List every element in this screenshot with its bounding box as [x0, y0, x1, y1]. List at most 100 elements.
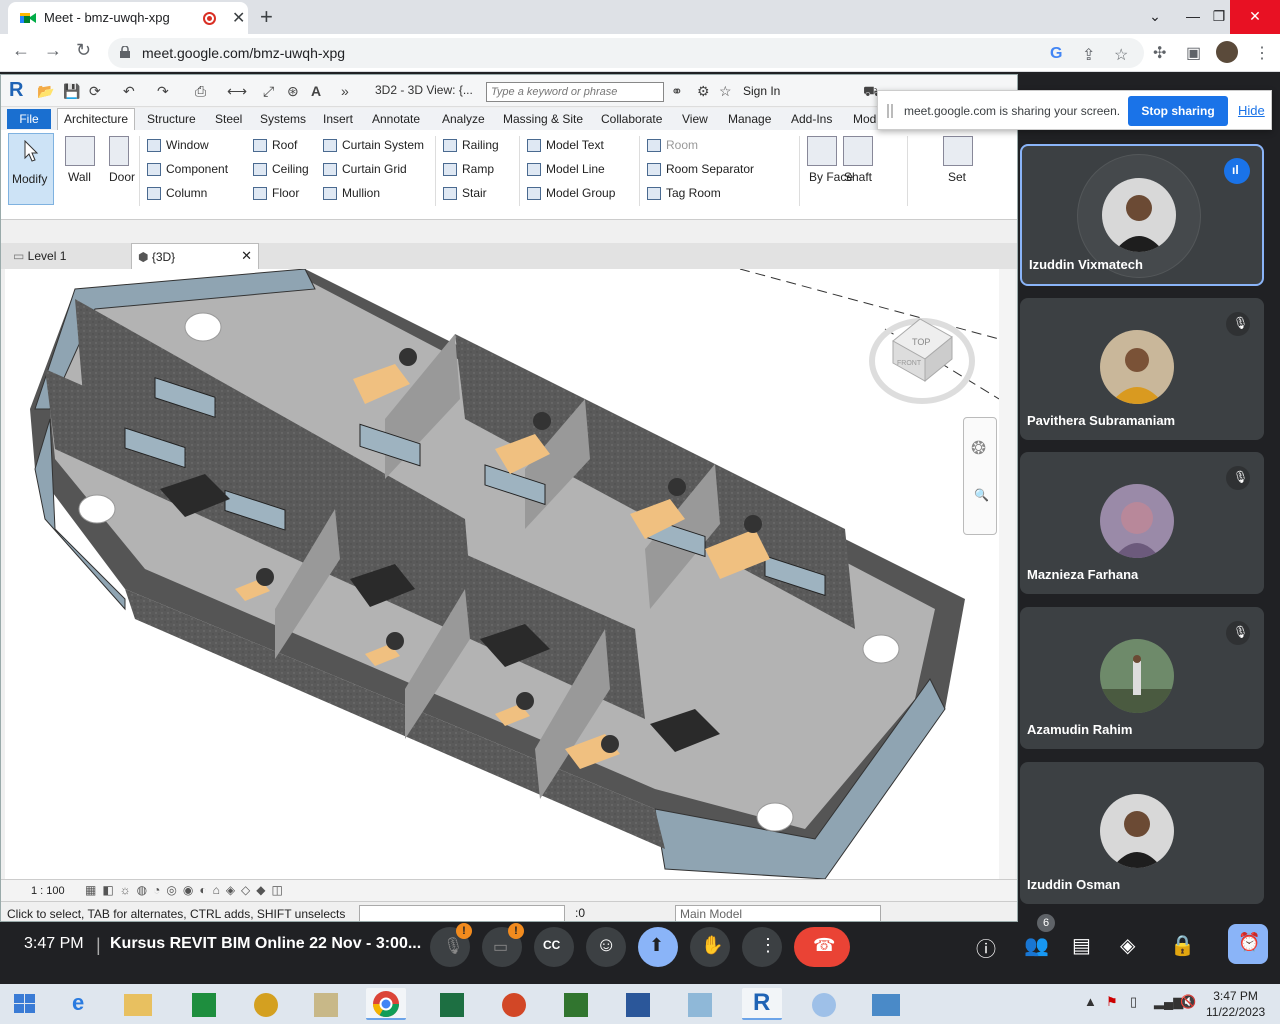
side-panel-icon[interactable]: ▣	[1186, 43, 1201, 63]
viewcube-top-label[interactable]: TOP	[912, 337, 930, 347]
people-icon[interactable]: 👥	[1024, 933, 1049, 958]
participant-tile[interactable]: 🎙 Pavithera Subramaniam	[1020, 298, 1264, 440]
ribbon-tab-view[interactable]: View	[682, 112, 708, 126]
activities-icon[interactable]: ◈	[1120, 933, 1135, 958]
new-tab-button[interactable]: +	[260, 4, 273, 30]
view-tab-3d[interactable]: ⬢ {3D} ✕	[131, 243, 259, 269]
raise-hand-button[interactable]: ✋	[690, 927, 730, 967]
vertical-scrollbar[interactable]	[999, 269, 1015, 879]
timer-button[interactable]: ⏰	[1228, 924, 1268, 964]
steering-wheel-icon[interactable]: ❂	[971, 438, 986, 459]
excel-icon[interactable]	[432, 988, 472, 1020]
google-translate-icon[interactable]: G	[1050, 45, 1062, 63]
emoji-reactions-button[interactable]: ☺	[586, 927, 626, 967]
stair-button[interactable]: Stair	[443, 186, 487, 200]
text-icon[interactable]: A	[311, 83, 321, 99]
dimension-icon[interactable]: ⤢	[263, 83, 274, 100]
component-button[interactable]: Component	[147, 162, 228, 176]
view-control-icons[interactable]: ▦◧☼◍◔◎◉◐⌂◈◇◆◫	[85, 883, 289, 897]
sign-in-button[interactable]: Sign In	[743, 84, 780, 98]
ribbon-tab-modify[interactable]: Mod	[853, 112, 876, 126]
ribbon-tab-insert[interactable]: Insert	[323, 112, 353, 126]
ceiling-button[interactable]: Ceiling	[253, 162, 309, 176]
ramp-button[interactable]: Ramp	[443, 162, 494, 176]
browser-tab-meet[interactable]: Meet - bmz-uwqh-xpg ✕	[8, 2, 248, 34]
security-flag-icon[interactable]: ⚑	[1106, 994, 1118, 1010]
meeting-details-icon[interactable]: ⓘ	[976, 933, 996, 962]
blue-app-icon[interactable]	[680, 988, 720, 1020]
door-button[interactable]: Door	[109, 170, 135, 184]
captions-button[interactable]: CC	[534, 927, 574, 967]
ribbon-tab-file[interactable]: File	[7, 109, 51, 129]
close-window-button[interactable]: ✕	[1230, 0, 1280, 34]
internet-explorer-icon[interactable]: e	[62, 988, 102, 1020]
model-text-button[interactable]: Model Text	[527, 138, 604, 152]
floor-button[interactable]: Floor	[253, 186, 299, 200]
file-explorer-icon[interactable]	[118, 988, 158, 1020]
shaft-button[interactable]: Shaft	[844, 170, 872, 184]
leave-call-button[interactable]: ☎	[794, 927, 850, 967]
ribbon-tab-structure[interactable]: Structure	[147, 112, 196, 126]
open-icon[interactable]: 📂	[37, 83, 54, 100]
host-controls-icon[interactable]: 🔒	[1170, 933, 1195, 958]
ribbon-tab-steel[interactable]: Steel	[215, 112, 242, 126]
column-button[interactable]: Column	[147, 186, 207, 200]
network-icon[interactable]: ▂▄▆	[1154, 994, 1183, 1010]
wall-button[interactable]: Wall	[68, 170, 91, 184]
redo-icon[interactable]: ↷	[157, 83, 169, 100]
ribbon-tab-addins[interactable]: Add-Ins	[791, 112, 832, 126]
curtain-grid-button[interactable]: Curtain Grid	[323, 162, 407, 176]
participant-tile[interactable]: 🎙 Azamudin Rahim	[1020, 607, 1264, 749]
print-icon[interactable]: ⎙	[195, 83, 206, 100]
window-button[interactable]: Window	[147, 138, 209, 152]
ribbon-tab-annotate[interactable]: Annotate	[372, 112, 420, 126]
profile-avatar[interactable]	[1216, 41, 1238, 63]
project-icon[interactable]	[556, 988, 596, 1020]
bookmark-star-icon[interactable]: ☆	[1114, 45, 1128, 65]
windows-start-icon[interactable]	[14, 994, 36, 1014]
microphone-button[interactable]: 🎙 !	[430, 923, 472, 967]
revit-taskbar-icon[interactable]: R	[742, 988, 782, 1020]
ribbon-tab-systems[interactable]: Systems	[260, 112, 306, 126]
close-tab-icon[interactable]: ✕	[232, 8, 245, 28]
hide-banner-link[interactable]: Hide	[1238, 103, 1265, 118]
participant-tile[interactable]: Izuddin Osman	[1020, 762, 1264, 904]
design-option-dropdown[interactable]: Main Model	[675, 905, 881, 921]
view-tab-level-1[interactable]: ▭ Level 1	[7, 243, 127, 269]
model-line-button[interactable]: Model Line	[527, 162, 605, 176]
color-app-icon[interactable]	[246, 988, 286, 1020]
save-icon[interactable]: 💾	[63, 83, 80, 100]
present-screen-button[interactable]: ⬆	[638, 927, 678, 967]
camera-button[interactable]: ▭ !	[482, 923, 524, 967]
subscription-icon[interactable]: ⚙	[697, 83, 710, 100]
workset-dropdown[interactable]	[359, 905, 565, 921]
notes-app-icon[interactable]	[306, 988, 346, 1020]
zoom-icon[interactable]: 🔍	[974, 488, 989, 502]
set-button[interactable]: Set	[948, 170, 966, 184]
navigation-bar[interactable]: ❂ 🔍	[963, 417, 997, 535]
undo-icon[interactable]: ↶	[123, 83, 135, 100]
close-view-icon[interactable]: ✕	[241, 248, 252, 264]
keyword-search-input[interactable]: Type a keyword or phrase	[486, 82, 664, 102]
room-separator-button[interactable]: Room Separator	[647, 162, 754, 176]
paint-icon[interactable]	[804, 988, 844, 1020]
room-button[interactable]: Room	[647, 138, 698, 152]
ribbon-tab-architecture[interactable]: Architecture	[57, 108, 136, 130]
reload-icon[interactable]: ↻	[76, 40, 91, 61]
chat-icon[interactable]: ▤	[1072, 933, 1091, 958]
ribbon-tab-massing[interactable]: Massing & Site	[503, 112, 583, 126]
favorites-star-icon[interactable]: ☆	[719, 83, 732, 100]
ribbon-tab-analyze[interactable]: Analyze	[442, 112, 485, 126]
revit-logo-icon[interactable]: R	[9, 79, 23, 102]
tag-icon[interactable]: ⊛	[287, 83, 299, 100]
viewcube-front-label[interactable]: FRONT	[897, 360, 922, 367]
power-icon[interactable]: ▯	[1130, 994, 1137, 1010]
drag-handle-icon[interactable]	[887, 104, 893, 118]
view-scale[interactable]: 1 : 100	[31, 885, 65, 897]
browser-menu-icon[interactable]: ⋮	[1254, 43, 1270, 63]
chrome-icon[interactable]	[366, 988, 406, 1020]
more-icon[interactable]: »	[341, 83, 349, 99]
extensions-icon[interactable]: ✣	[1153, 43, 1166, 63]
forward-icon[interactable]: →	[44, 40, 62, 61]
participant-tile[interactable]: ıl Izuddin Vixmatech	[1020, 144, 1264, 286]
